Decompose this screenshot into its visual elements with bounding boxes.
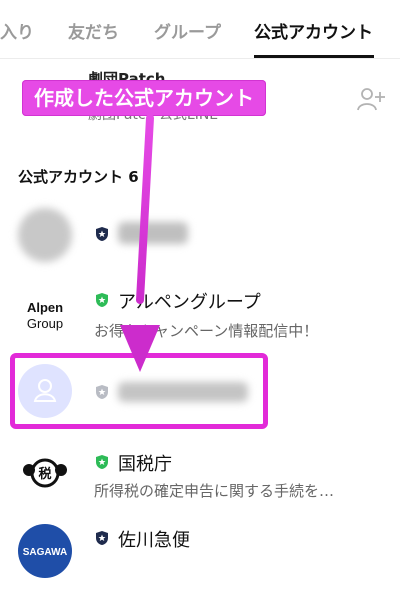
navy-shield-icon (94, 226, 110, 242)
svg-text:Alpen: Alpen (27, 300, 63, 315)
tab-official-accounts[interactable]: 公式アカウント (254, 18, 373, 43)
annotation-callout: 作成した公式アカウント (22, 80, 266, 116)
list-item[interactable]: Alpen Group アルペングループ お得なキャンペーン情報配信中！ (0, 276, 400, 356)
svg-text:税: 税 (38, 466, 51, 482)
sagawa-logo: SAGAWA (18, 524, 72, 578)
list-item[interactable] (0, 196, 400, 276)
account-name: アルペングループ (118, 292, 261, 313)
avatar (18, 208, 72, 262)
list-item[interactable]: SAGAWA 佐川急便 (0, 514, 400, 594)
tab-favorites[interactable]: 入り (0, 18, 34, 43)
account-name: 国税庁 (118, 454, 172, 475)
account-name: 佐川急便 (118, 530, 190, 551)
active-tab-indicator (254, 55, 374, 58)
green-shield-icon (94, 292, 110, 308)
green-shield-icon (94, 454, 110, 470)
svg-text:SAGAWA: SAGAWA (23, 547, 67, 558)
account-description: お得なキャンペーン情報配信中！ (94, 322, 319, 340)
navy-shield-icon (94, 530, 110, 546)
alpen-group-logo: Alpen Group (18, 284, 72, 338)
list-item[interactable]: 税 国税庁 所得税の確定申告に関する手続を… (0, 440, 400, 520)
section-title: 公式アカウント 6 (18, 168, 139, 186)
account-name-blurred (118, 222, 188, 244)
account-description: 所得税の確定申告に関する手続を… (94, 482, 335, 500)
highlight-box (10, 353, 268, 429)
nta-logo: 税 (18, 446, 72, 500)
svg-text:Group: Group (27, 316, 63, 331)
add-friend-icon[interactable] (356, 86, 386, 112)
tab-friends[interactable]: 友だち (68, 18, 119, 43)
tab-bar: 入り 友だち グループ 公式アカウント (0, 0, 400, 59)
tab-groups[interactable]: グループ (154, 18, 221, 43)
